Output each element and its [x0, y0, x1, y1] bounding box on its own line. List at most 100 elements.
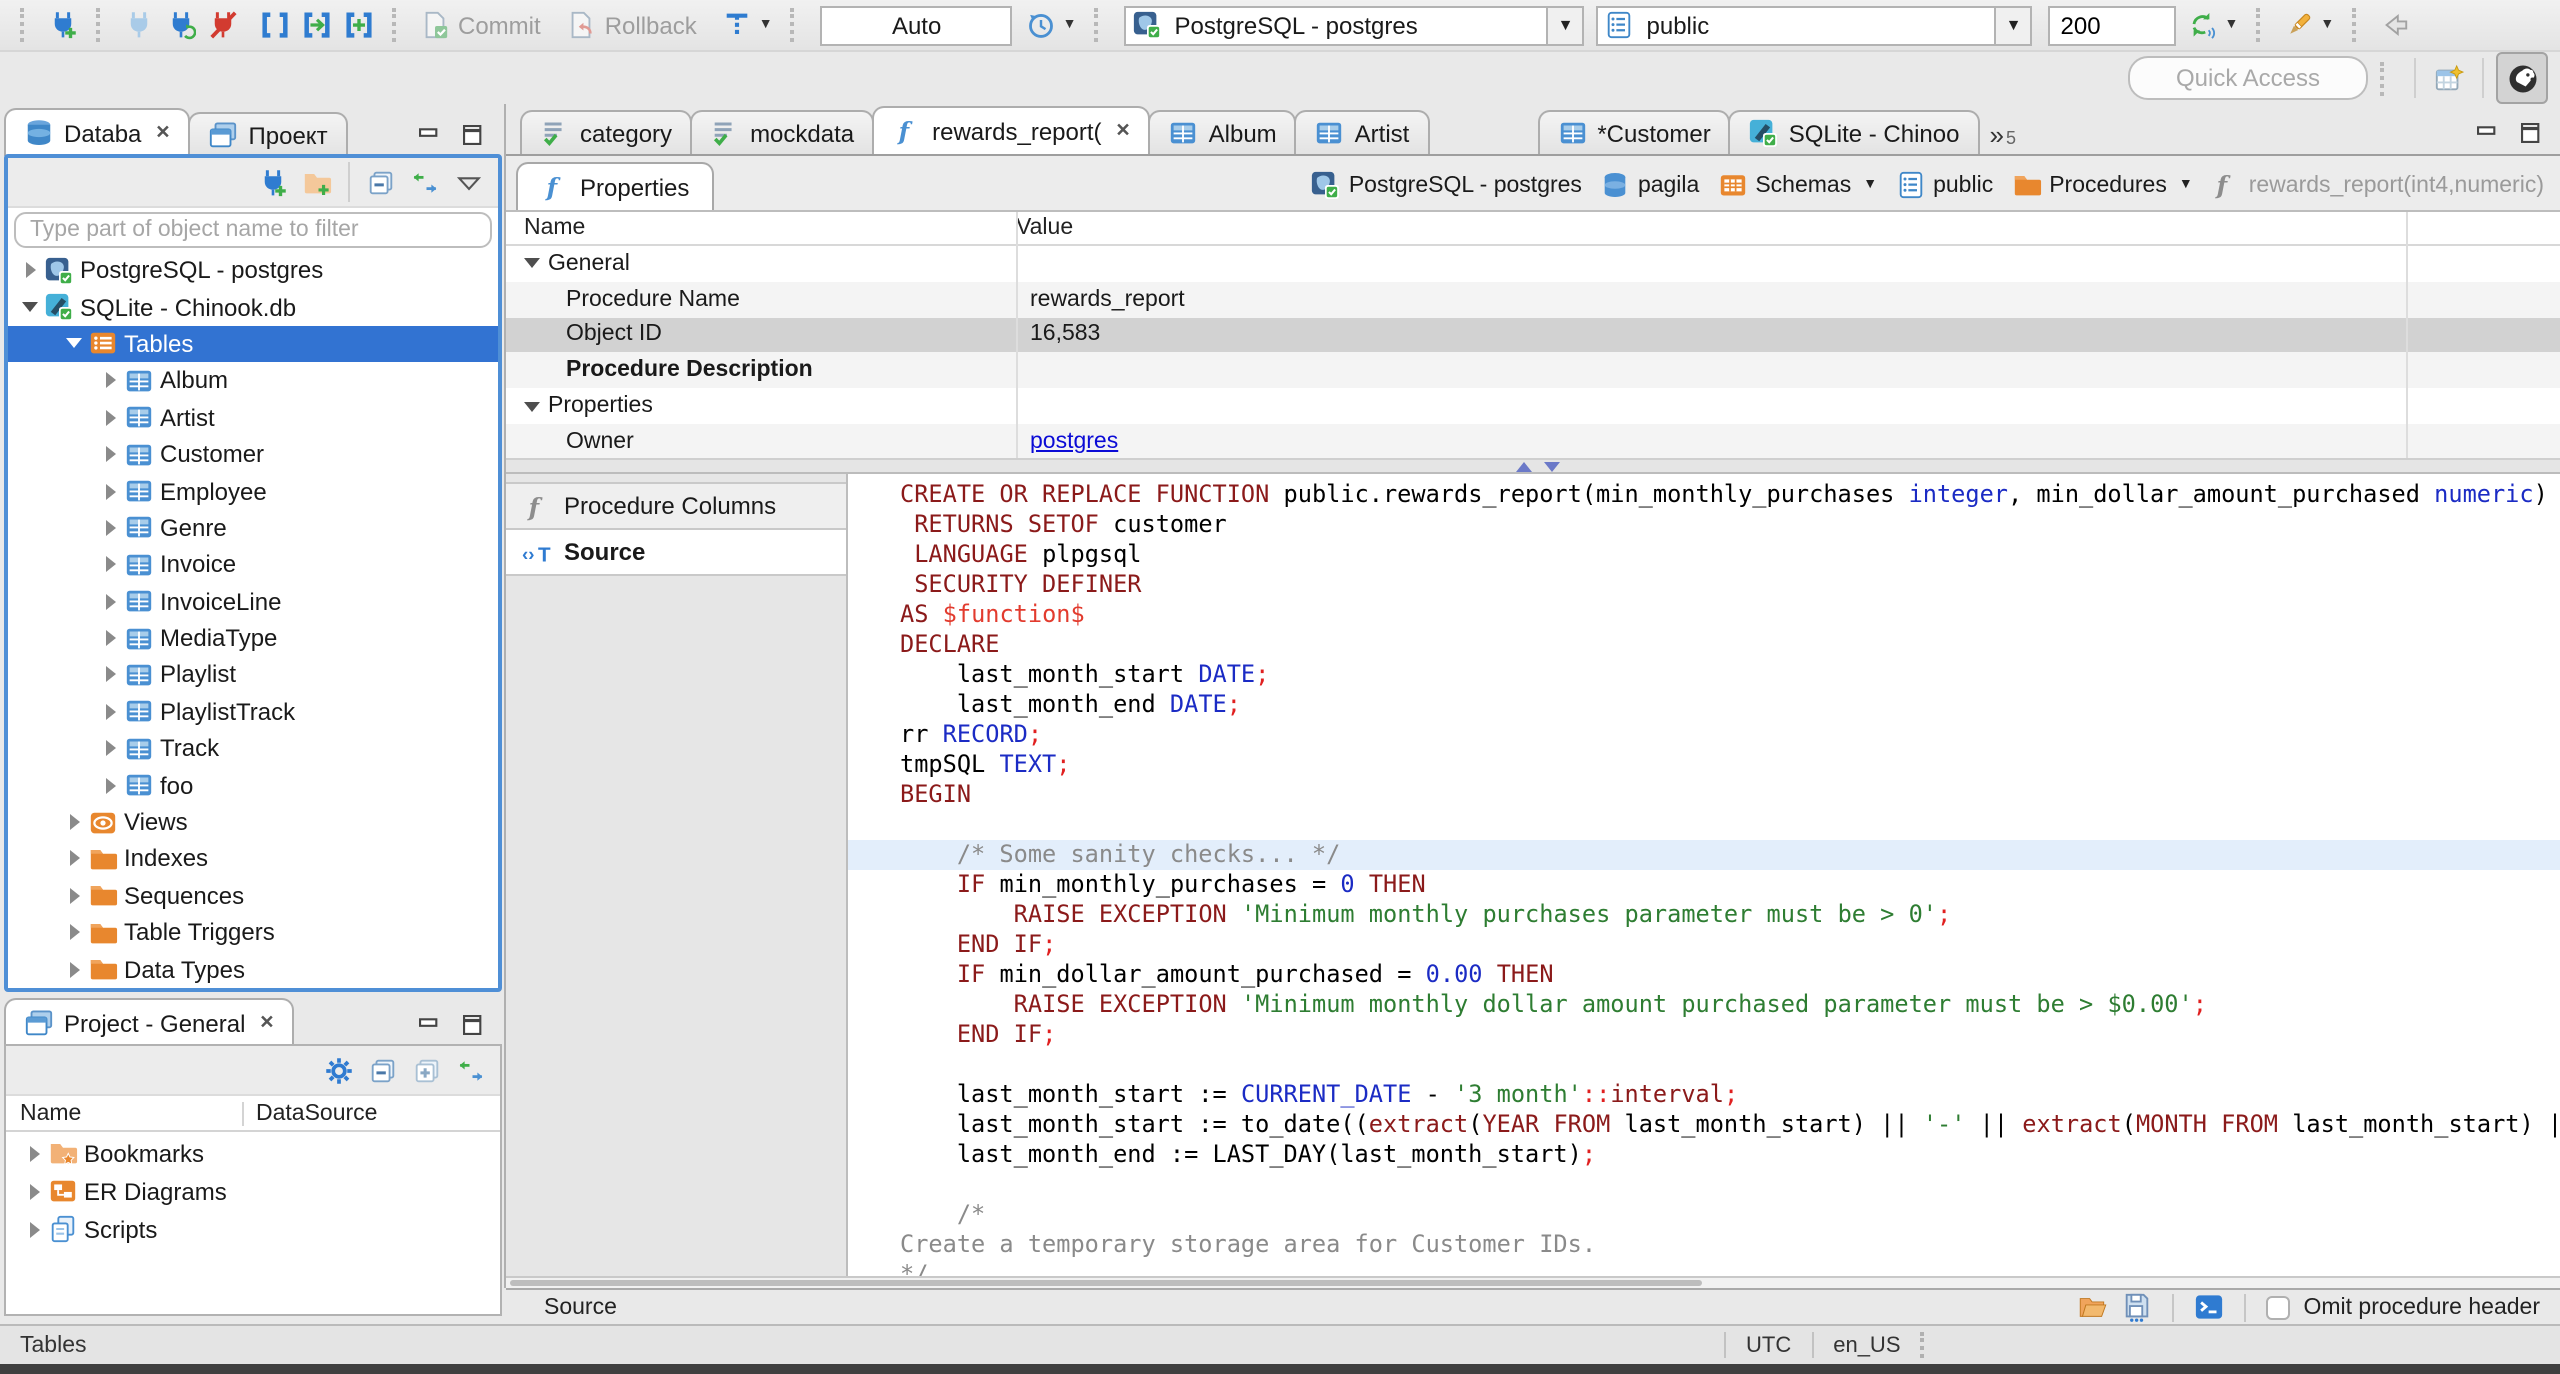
tree-item-invoiceline[interactable]: InvoiceLine [8, 583, 498, 620]
tree-item-playlist[interactable]: Playlist [8, 657, 498, 694]
tree-item-invoice[interactable]: Invoice [8, 546, 498, 583]
panel-tab-проект[interactable]: Проект [188, 112, 348, 156]
toolbar-grip[interactable] [2380, 61, 2390, 95]
twisty[interactable] [98, 777, 122, 794]
tree-item-employee[interactable]: Employee [8, 473, 498, 510]
sql-editor-button[interactable] [260, 10, 290, 40]
settings-gear-icon[interactable] [324, 1055, 354, 1085]
editor-tab-mockdata[interactable]: mockdata [690, 110, 875, 154]
tree-item-playlisttrack[interactable]: PlaylistTrack [8, 693, 498, 730]
tree-item-mediatype[interactable]: MediaType [8, 620, 498, 657]
property-row-procedure-name[interactable]: Procedure Name rewards_report [506, 281, 2560, 318]
column-divider[interactable] [2406, 212, 2408, 458]
twisty[interactable] [98, 666, 122, 683]
tree-item-data-types[interactable]: Data Types [8, 951, 498, 988]
project-item-scripts[interactable]: Scripts [6, 1210, 500, 1248]
property-row-properties[interactable]: Properties [506, 388, 2560, 424]
twisty[interactable] [98, 409, 122, 426]
new-folder-icon[interactable] [302, 167, 332, 197]
owner-link[interactable]: postgres [1030, 430, 1118, 454]
toolbar-grip[interactable] [96, 8, 106, 42]
tree-item-track[interactable]: Track [8, 730, 498, 767]
breadcrumb-item-schemas[interactable]: Schemas ▼ [1717, 170, 1877, 200]
toolbar-grip[interactable] [2256, 8, 2266, 42]
column-header-value[interactable]: Value [1016, 216, 1073, 240]
project-item-er-diagrams[interactable]: ER Diagrams [6, 1172, 500, 1210]
breadcrumb-item-postgresql-postgres[interactable]: PostgreSQL - postgres [1311, 170, 1582, 200]
twisty[interactable] [22, 1145, 46, 1161]
toolbar-grip[interactable] [1094, 8, 1105, 42]
dbeaver-perspective-button[interactable] [2496, 52, 2548, 104]
twisty[interactable] [62, 887, 86, 904]
open-perspective-button[interactable] [2434, 63, 2464, 93]
tree-item-table-triggers[interactable]: Table Triggers [8, 914, 498, 951]
tree-item-sequences[interactable]: Sequences [8, 877, 498, 914]
twisty[interactable] [98, 593, 122, 610]
twisty[interactable] [62, 814, 86, 831]
twisty[interactable] [62, 850, 86, 867]
new-connection-button[interactable] [48, 10, 78, 40]
toolbar-grip[interactable] [392, 8, 402, 42]
column-header-datasource[interactable]: DataSource [242, 1101, 377, 1125]
rollback-button[interactable]: Rollback [567, 10, 697, 40]
close-icon[interactable]: ✕ [259, 1012, 274, 1034]
twisty[interactable] [18, 302, 42, 313]
editor-tab-artist[interactable]: Artist [1294, 110, 1430, 154]
commit-button[interactable]: Commit [420, 10, 541, 40]
panel-tab-databa[interactable]: Databa ✕ [4, 108, 191, 156]
auto-sync-button[interactable]: ▼ [2189, 10, 2238, 40]
view-menu-icon[interactable] [454, 167, 484, 197]
project-item-bookmarks[interactable]: Bookmarks [6, 1134, 500, 1172]
splitter-collapse-control[interactable] [1516, 460, 1560, 472]
expand-all-icon[interactable] [412, 1055, 442, 1085]
tree-item-postgresql-postgres[interactable]: PostgreSQL - postgres [8, 252, 498, 289]
close-icon[interactable]: ✕ [1116, 120, 1131, 142]
toolbar-grip[interactable] [790, 8, 801, 42]
connect-button[interactable] [124, 10, 154, 40]
section-tab-source[interactable]: ‹› T Source [506, 528, 846, 576]
section-tab-procedure-columns[interactable]: f Procedure Columns [506, 482, 846, 530]
max-btn-icon[interactable] [460, 122, 486, 148]
tree-item-tables[interactable]: Tables [8, 325, 498, 363]
active-schema-combo[interactable]: public ▼ [1596, 5, 2033, 45]
twisty[interactable] [62, 961, 86, 978]
collapse-all-icon[interactable] [368, 1055, 398, 1085]
commit-mode-combo[interactable]: Auto [820, 5, 1013, 45]
tab-overflow-button[interactable]: » 5 [1978, 120, 2029, 154]
panel-tab-project-general[interactable]: Project - General ✕ [4, 998, 295, 1046]
fetch-size-input[interactable] [2048, 5, 2177, 45]
tree-item-artist[interactable]: Artist [8, 399, 498, 436]
open-sql-script-button[interactable] [302, 10, 332, 40]
horizontal-scrollbar[interactable] [506, 1276, 2560, 1288]
transaction-mode-button[interactable]: ▼ [723, 10, 773, 40]
status-grip[interactable] [1920, 1332, 1931, 1358]
toolbar-grip[interactable] [2352, 8, 2362, 42]
twisty[interactable] [98, 446, 122, 463]
horizontal-splitter[interactable] [506, 458, 2560, 474]
connection-dropdown-button[interactable]: ▼ [1546, 7, 1583, 43]
breadcrumb-item-rewards-report-int4-numeric[interactable]: f rewards_report(int4,numeric) [2211, 170, 2544, 200]
load-from-file-icon[interactable] [2077, 1292, 2107, 1322]
twisty[interactable] [98, 372, 122, 389]
tree-item-customer[interactable]: Customer [8, 436, 498, 473]
close-icon[interactable]: ✕ [155, 122, 170, 144]
breadcrumb-item-public[interactable]: public [1895, 170, 1993, 200]
twisty[interactable] [62, 338, 86, 349]
property-row-owner[interactable]: Owner postgres [506, 423, 2560, 458]
schema-dropdown-button[interactable]: ▼ [1994, 7, 2031, 43]
editor-tab-customer[interactable]: *Customer [1537, 110, 1731, 154]
editor-tab-album[interactable]: Album [1148, 110, 1297, 154]
column-header-name[interactable]: Name [6, 1101, 242, 1125]
min-btn-icon[interactable] [416, 1012, 442, 1038]
column-divider[interactable] [1016, 212, 1018, 458]
back-button[interactable] [2380, 10, 2410, 40]
active-connection-combo[interactable]: PostgreSQL - postgres ▼ [1124, 5, 1585, 45]
min-btn-icon[interactable] [416, 122, 442, 148]
scrollbar-thumb[interactable] [510, 1280, 1702, 1286]
highlight-button[interactable]: ▼ [2284, 10, 2334, 40]
twisty[interactable] [98, 556, 122, 573]
breadcrumb-item-pagila[interactable]: pagila [1600, 170, 1699, 200]
twisty[interactable] [98, 630, 122, 647]
toolbar-grip[interactable] [20, 8, 30, 42]
disconnect-button[interactable] [208, 10, 238, 40]
